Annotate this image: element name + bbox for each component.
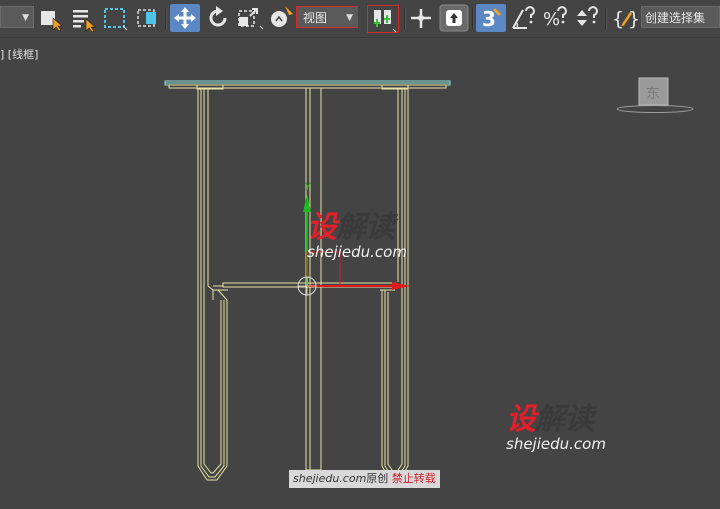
svg-text:%: % — [543, 9, 560, 30]
banner-site: shejiedu.com — [293, 472, 367, 485]
watermark-site: shejiedu.com — [506, 435, 606, 453]
select-object-icon[interactable] — [38, 4, 64, 32]
toolbar-separator — [165, 8, 167, 30]
toolbar-separator — [605, 8, 607, 30]
copyright-banner: shejiedu.com原创 禁止转载 — [289, 470, 440, 488]
svg-text:{: { — [612, 8, 624, 30]
named-selection-set-dropdown[interactable]: 创建选择集 — [641, 6, 720, 28]
viewcube-face-label: 东 — [646, 86, 660, 102]
banner-warning: 禁止转载 — [391, 472, 436, 485]
rectangular-selection-icon[interactable] — [101, 4, 129, 32]
3dsmax-window: ▼ 视图 ▼ 3 % {} 创建选择集] [线框] y 东 设解读 shej… — [0, 0, 720, 509]
chevron-down-icon: ▼ — [22, 13, 29, 23]
gizmo-x-arrow-icon — [392, 282, 410, 290]
edit-named-selection-icon[interactable]: { } — [611, 4, 641, 32]
watermark-logo-dark-text: 解读 — [336, 210, 395, 245]
viewcube-compass-ring[interactable] — [616, 105, 694, 113]
window-crossing-icon[interactable] — [134, 4, 160, 32]
chevron-down-icon: ▼ — [346, 13, 353, 23]
pivot-point-center-icon[interactable] — [367, 5, 399, 33]
selection-filter-dropdown[interactable]: ▼ — [0, 6, 34, 28]
select-and-rotate-icon[interactable] — [205, 4, 231, 32]
percent-snap-toggle-icon[interactable]: % — [541, 4, 569, 32]
wireframe-scene: y — [164, 80, 451, 481]
watermark-logo: 设解读 shejiedu.com — [307, 210, 407, 261]
watermark-site: shejiedu.com — [307, 243, 407, 261]
select-by-name-icon[interactable] — [70, 4, 96, 32]
snaps-toggle-icon[interactable]: 3 — [476, 4, 506, 32]
place-object-icon[interactable] — [267, 4, 295, 32]
watermark-logo-red-text: 设 — [307, 210, 337, 245]
toolbar-separator — [404, 8, 406, 30]
main-toolbar: ▼ 视图 ▼ 3 % {} 创建选择集 — [0, 0, 720, 38]
toolbar-separator — [472, 8, 474, 30]
watermark-logo-lower: 设解读 shejiedu.com — [506, 402, 606, 453]
angle-snap-toggle-icon[interactable] — [509, 4, 537, 32]
spinner-snap-toggle-icon[interactable] — [573, 4, 601, 32]
select-and-scale-icon[interactable] — [236, 4, 264, 32]
reference-coordinate-value: 视图 — [303, 11, 328, 25]
select-and-manipulate-icon[interactable] — [408, 4, 434, 32]
svg-text:}: } — [628, 8, 640, 30]
banner-original: 原创 — [366, 472, 389, 485]
keyboard-shortcut-override-icon[interactable] — [439, 4, 469, 32]
gizmo-y-axis-label: y — [305, 180, 311, 191]
reference-coordinate-dropdown[interactable]: 视图 ▼ — [296, 6, 358, 28]
select-and-move-icon[interactable] — [170, 4, 200, 32]
center-post-wireframe[interactable] — [305, 87, 322, 471]
viewcube[interactable]: 东 — [614, 76, 696, 116]
named-selection-set-value: 创建选择集 — [645, 11, 706, 25]
watermark-logo-red-text: 设 — [506, 402, 536, 437]
watermark-logo-dark-text: 解读 — [535, 402, 594, 437]
